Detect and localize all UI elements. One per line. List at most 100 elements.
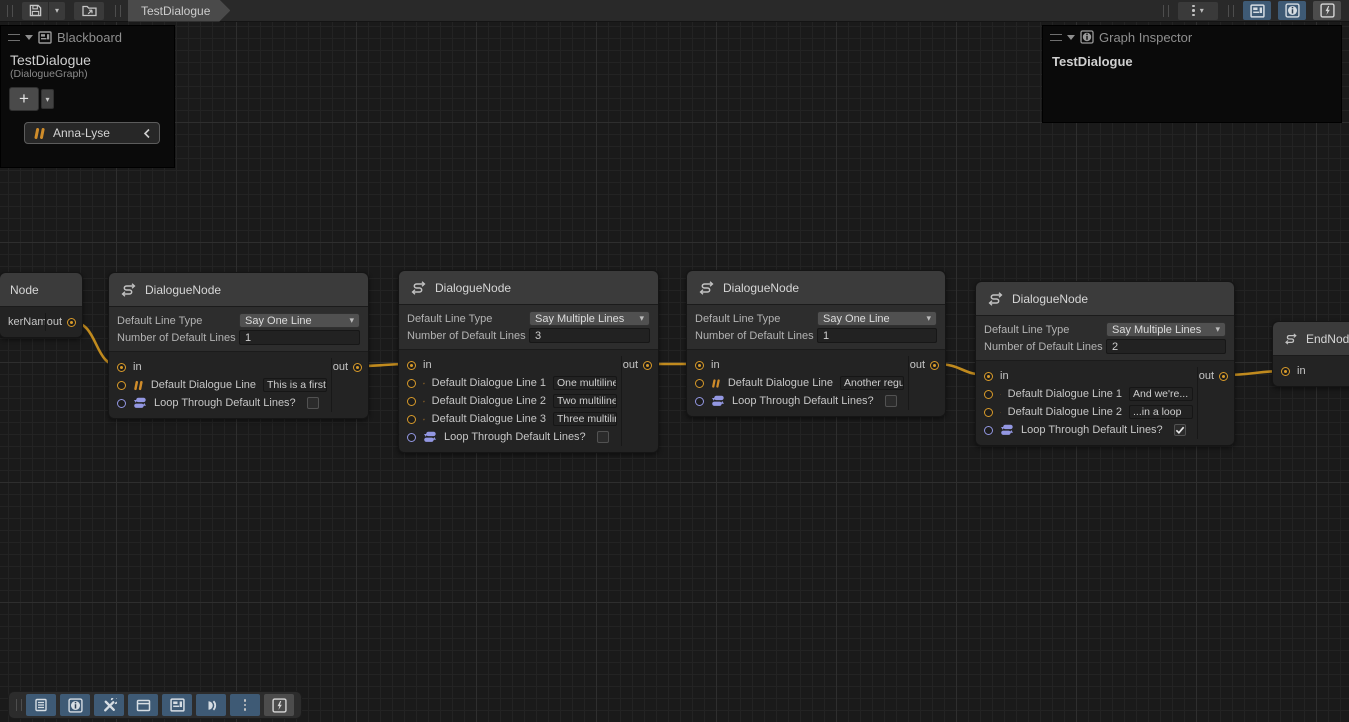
input-port[interactable] (407, 379, 416, 388)
input-port[interactable] (117, 381, 126, 390)
port-text-field[interactable]: ...in a loop (1129, 405, 1193, 419)
panel-button-list[interactable] (26, 694, 56, 716)
property-text-field[interactable]: 1 (239, 330, 360, 345)
node-title-bar[interactable]: DialogueNode (109, 273, 368, 307)
panel-button-overflow[interactable] (230, 694, 260, 716)
node-title-bar[interactable]: DialogueNode (687, 271, 945, 305)
collapse-triangle-icon[interactable] (1067, 35, 1075, 44)
port-label: Loop Through Default Lines? (1021, 424, 1163, 436)
port-row: in (687, 356, 908, 374)
panel-button-minimap[interactable] (264, 694, 294, 716)
toolbar-drag-handle[interactable] (1163, 5, 1169, 17)
input-port[interactable] (117, 363, 126, 372)
flow-node-icon (119, 283, 137, 297)
enum-dropdown[interactable]: Say One Line▾ (817, 311, 937, 326)
save-button[interactable] (22, 2, 48, 20)
port-text-field[interactable]: Three multiline (553, 412, 617, 426)
toolbar-drag-handle[interactable] (16, 699, 22, 711)
save-dropdown-button[interactable]: ▾ (49, 2, 65, 20)
checkbox[interactable] (307, 397, 319, 409)
property-text-field[interactable]: 3 (529, 328, 650, 343)
minimap-toggle-button[interactable] (1313, 1, 1341, 20)
graph-node-endnode[interactable]: EndNode in (1272, 321, 1349, 387)
checkbox[interactable] (597, 431, 609, 443)
port-row: in (109, 358, 331, 376)
blackboard-variable-anna-lyse[interactable]: Anna-Lyse (24, 122, 160, 144)
port-text-field[interactable]: One multiline (553, 376, 617, 390)
output-port[interactable] (930, 361, 939, 370)
port-label: out (623, 359, 638, 371)
graph-node-dialoguenode[interactable]: DialogueNodeDefault Line TypeSay Multipl… (975, 281, 1235, 446)
input-port[interactable] (695, 379, 704, 388)
node-title-bar[interactable]: DialogueNode (399, 271, 658, 305)
input-port[interactable] (984, 372, 993, 381)
tab-testdialogue[interactable]: TestDialogue (128, 0, 230, 22)
port-row: out (332, 358, 368, 376)
drag-handle-icon[interactable] (8, 34, 20, 41)
drag-handle-icon[interactable] (1050, 34, 1062, 41)
node-ports: in Default Dialogue LineThis is a first … (109, 352, 368, 418)
input-port[interactable] (407, 397, 416, 406)
port-row: in (1273, 362, 1349, 380)
quote-icon (423, 378, 425, 389)
graph-node-dialoguenode[interactable]: DialogueNodeDefault Line TypeSay One Lin… (686, 270, 946, 417)
add-variable-button[interactable]: + (9, 87, 39, 111)
chevron-left-icon[interactable] (143, 128, 151, 139)
node-title: DialogueNode (1012, 292, 1088, 306)
port-text-field[interactable]: And we're... (1129, 387, 1193, 401)
node-title-bar[interactable]: DialogueNode (976, 282, 1234, 316)
property-text-field[interactable]: 2 (1106, 339, 1226, 354)
input-port[interactable] (984, 408, 993, 417)
output-port[interactable] (643, 361, 652, 370)
input-port[interactable] (117, 399, 126, 408)
open-asset-button[interactable] (74, 2, 104, 20)
property-text-field[interactable]: 1 (817, 328, 937, 343)
enum-dropdown[interactable]: Say Multiple Lines▾ (1106, 322, 1226, 337)
input-port[interactable] (984, 390, 993, 399)
panel-button-blackboard[interactable] (162, 694, 192, 716)
loop-icon (423, 431, 437, 443)
input-port[interactable] (695, 361, 704, 370)
port-row: Default Dialogue Line Another regu (687, 374, 908, 392)
blackboard-icon (1250, 4, 1265, 18)
node-title-bar[interactable]: EndNode (1273, 322, 1349, 356)
output-port[interactable] (67, 318, 76, 327)
checkbox[interactable] (1174, 424, 1186, 436)
input-port[interactable] (407, 361, 416, 370)
add-variable-dropdown[interactable]: ▾ (41, 89, 54, 109)
property-label: Default Line Type (407, 313, 529, 325)
blackboard-toggle-button[interactable] (1243, 1, 1271, 20)
input-port[interactable] (984, 426, 993, 435)
inspector-toggle-button[interactable] (1278, 1, 1306, 20)
toolbar-drag-handle[interactable] (7, 5, 13, 17)
panel-button-tools[interactable] (94, 694, 124, 716)
port-text-field[interactable]: Two multiline (553, 394, 617, 408)
output-port[interactable] (353, 363, 362, 372)
inspector-header[interactable]: Graph Inspector (1043, 26, 1341, 48)
enum-dropdown[interactable]: Say Multiple Lines▾ (529, 311, 650, 326)
panel-button-dialogue-preview[interactable] (196, 694, 226, 716)
overflow-menu-button[interactable]: ▾ (1178, 2, 1218, 20)
input-port[interactable] (695, 397, 704, 406)
port-label: out (333, 361, 348, 373)
quote-icon (423, 396, 425, 407)
port-text-field[interactable]: Another regu (840, 376, 904, 390)
node-title-bar[interactable]: Node (0, 273, 82, 307)
panel-button-window[interactable] (128, 694, 158, 716)
graph-node-node[interactable]: NodekerNameout (0, 272, 83, 338)
graph-node-dialoguenode[interactable]: DialogueNodeDefault Line TypeSay One Lin… (108, 272, 369, 419)
panel-button-info[interactable] (60, 694, 90, 716)
input-port[interactable] (407, 415, 416, 424)
graph-node-dialoguenode[interactable]: DialogueNode Default Line TypeSay Multipl… (398, 270, 659, 453)
port-label: Default Dialogue Line (728, 377, 833, 389)
input-port[interactable] (1281, 367, 1290, 376)
collapse-triangle-icon[interactable] (25, 35, 33, 44)
port-row: Default Dialogue LineThis is a first (109, 376, 331, 394)
port-text-field[interactable]: This is a first (263, 378, 327, 392)
enum-dropdown[interactable]: Say One Line▾ (239, 313, 360, 328)
loop-icon (1000, 424, 1014, 436)
output-port[interactable] (1219, 372, 1228, 381)
checkbox[interactable] (885, 395, 897, 407)
blackboard-header[interactable]: Blackboard (1, 26, 174, 48)
input-port[interactable] (407, 433, 416, 442)
